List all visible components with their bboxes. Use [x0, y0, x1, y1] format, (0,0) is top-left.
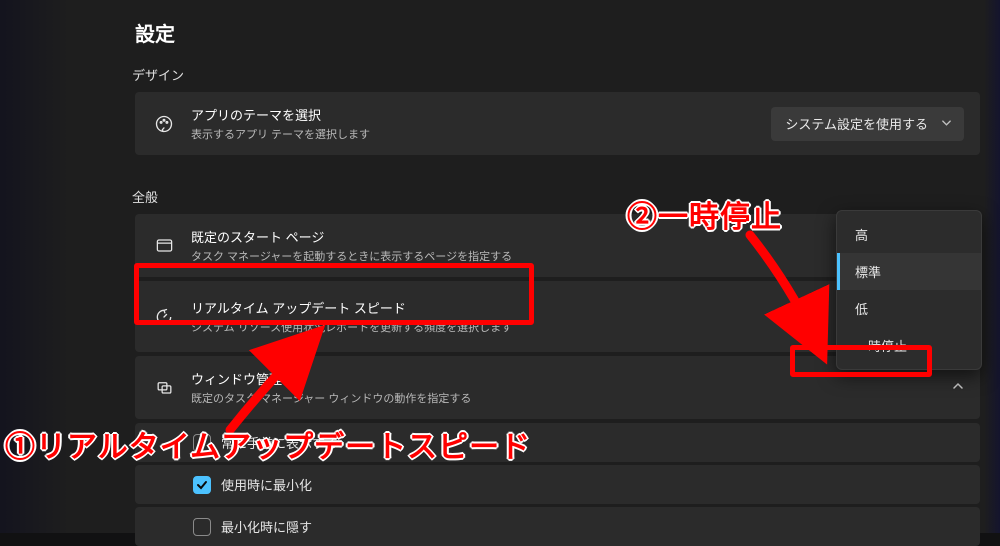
checkbox-checked-icon [193, 476, 211, 494]
dropdown-option-paused[interactable]: 一時停止 [837, 327, 981, 369]
section-design-label: デザイン [132, 65, 980, 84]
dropdown-option-normal[interactable]: 標準 [837, 253, 981, 290]
theme-title: アプリのテーマを選択 [191, 105, 771, 124]
chevron-down-icon [941, 116, 952, 131]
always-on-top-label: 常に手前に表示する [221, 433, 338, 452]
theme-desc: 表示するアプリ テーマを選択します [191, 126, 771, 142]
hide-when-minimized-label: 最小化時に隠す [221, 517, 312, 536]
start-page-desc: タスク マネージャーを起動するときに表示するページを指定する [191, 248, 898, 264]
window-icon [151, 378, 177, 397]
dropdown-option-high[interactable]: 高 [837, 211, 981, 253]
dropdown-option-low[interactable]: 低 [837, 290, 981, 327]
window-desc: 既定のタスク マネージャー ウィンドウの動作を指定する [191, 390, 964, 406]
realtime-speed-dropdown[interactable]: 高 標準 低 一時停止 [836, 210, 982, 370]
theme-select[interactable]: システム設定を使用する [771, 107, 964, 141]
theme-select-value: システム設定を使用する [785, 114, 928, 133]
theme-card[interactable]: アプリのテーマを選択 表示するアプリ テーマを選択します システム設定を使用する [135, 92, 980, 155]
minimize-on-use-label: 使用時に最小化 [221, 475, 312, 494]
section-general-label: 全般 [132, 187, 980, 206]
home-page-icon [151, 236, 177, 255]
chevron-up-icon[interactable] [952, 379, 964, 397]
palette-icon [151, 114, 177, 134]
start-page-title: 既定のスタート ページ [191, 227, 898, 246]
checkbox-minimize-on-use[interactable]: 使用時に最小化 [135, 465, 980, 504]
checkbox-hide-when-minimized[interactable]: 最小化時に隠す [135, 507, 980, 546]
checkbox-icon [193, 434, 211, 452]
window-title: ウィンドウ管理 [191, 369, 964, 388]
checkbox-always-on-top[interactable]: 常に手前に表示する [135, 423, 980, 462]
page-title: 設定 [0, 0, 1000, 61]
speed-icon [151, 307, 177, 327]
